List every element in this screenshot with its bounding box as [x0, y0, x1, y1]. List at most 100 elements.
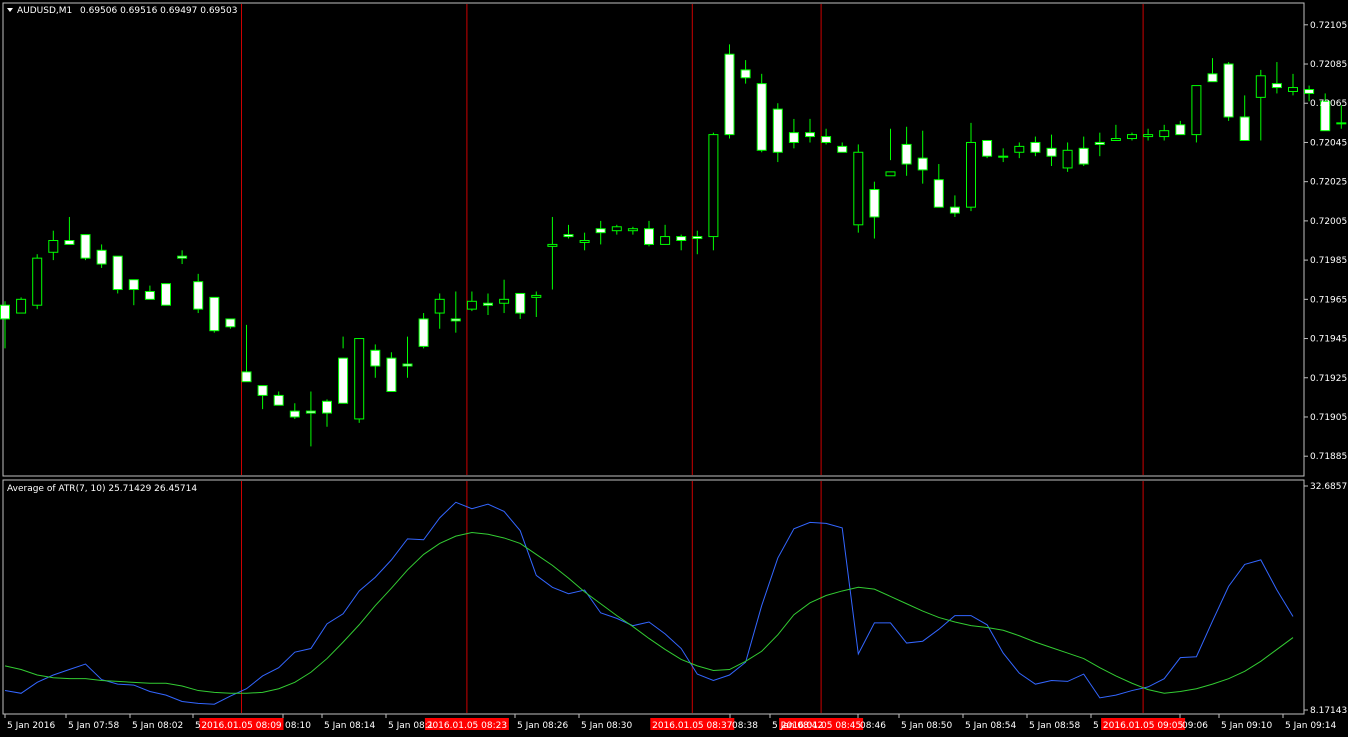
candle: [853, 144, 864, 233]
time-tick-label: 5 Jan 08:02: [132, 721, 183, 731]
candle-body: [917, 157, 928, 171]
ohlc-values: 0.69506 0.69516 0.69497 0.69503: [80, 6, 237, 16]
time-tick-label: 5: [1093, 721, 1099, 731]
candle-body: [933, 179, 944, 208]
candle-body: [611, 226, 622, 232]
candle-body: [112, 255, 123, 291]
time-tick-label: 5 Jan 08:14: [324, 721, 376, 731]
candle: [1223, 62, 1234, 121]
symbol-label: AUDUSD,M1: [17, 6, 72, 16]
candle-body: [885, 171, 896, 177]
candle: [724, 44, 735, 139]
time-tick-label: 5 Jan 09:14: [1285, 721, 1337, 731]
candle-body: [1078, 147, 1089, 165]
candle-body: [772, 108, 783, 153]
candle-body: [1255, 75, 1266, 98]
candle-body: [128, 279, 139, 291]
price-tick-label: 0.71985: [1310, 256, 1347, 266]
candle-body: [547, 243, 558, 247]
candle-body: [563, 234, 574, 238]
candle: [209, 296, 220, 333]
candle-body: [724, 53, 735, 136]
price-tick-label: 0.71965: [1310, 295, 1347, 305]
candle-body: [1062, 149, 1073, 169]
candle-body: [1014, 145, 1025, 153]
candle-body: [16, 298, 27, 314]
candle: [16, 297, 27, 314]
candle: [1191, 85, 1202, 143]
price-tick-label: 0.72065: [1310, 99, 1347, 109]
candle-body: [1223, 63, 1234, 118]
candle: [386, 352, 397, 392]
time-tick-label: 5 Jan 08:26: [517, 721, 569, 731]
candle: [225, 318, 236, 329]
candle-body: [531, 294, 542, 298]
candle-body: [1304, 89, 1315, 94]
candle-body: [821, 136, 832, 143]
candle-body: [434, 298, 445, 314]
candle-body: [1239, 116, 1250, 141]
candle-body: [305, 410, 316, 414]
candle-body: [853, 151, 864, 226]
price-tick-label: 0.71925: [1310, 374, 1347, 384]
price-tick-label: 0.71885: [1310, 452, 1347, 462]
candle-body: [740, 69, 751, 79]
marker-label: 2016.01.05 08:37: [652, 721, 732, 731]
candle-body: [1271, 83, 1282, 89]
time-tick-label: 08:10: [285, 721, 311, 731]
candle-body: [402, 363, 413, 367]
candle-body: [1094, 141, 1105, 145]
candle-body: [579, 240, 590, 243]
candle-body: [1046, 147, 1057, 157]
candle: [112, 255, 123, 294]
chart-background: [0, 0, 1348, 737]
time-tick-label: 5 Jan 08:1: [388, 721, 434, 731]
candle-body: [1127, 134, 1137, 140]
candle-body: [450, 318, 461, 322]
time-tick-label: 5: [195, 721, 201, 731]
price-tick-label: 0.72025: [1310, 178, 1347, 188]
candle-body: [96, 249, 107, 265]
candle-body: [644, 228, 654, 245]
candle-body: [161, 283, 171, 306]
candle-body: [966, 141, 976, 208]
candle-body: [354, 338, 365, 420]
candle-body: [595, 228, 606, 234]
candle-body: [788, 132, 799, 143]
candle-body: [676, 236, 687, 242]
candle-body: [901, 143, 912, 165]
candle-body: [370, 349, 381, 367]
candle-body: [756, 83, 767, 151]
candle-body: [708, 134, 719, 238]
time-tick-label: 5 Jan 2016: [7, 721, 55, 731]
time-tick-label: 5 Jan 08:54: [965, 721, 1017, 731]
candle-body: [869, 189, 880, 218]
chart-canvas: 0.72105 0.72085 0.72065 0.72045 0.72025 0.720…: [0, 0, 1348, 737]
candle-body: [80, 234, 91, 259]
marker-label: 2016.01.05 08:09: [201, 721, 282, 731]
candle-body: [1336, 122, 1347, 125]
candle-body: [418, 318, 429, 347]
price-tick-label: 0.71905: [1310, 413, 1347, 423]
candle-body: [627, 228, 638, 232]
candle-body: [466, 300, 477, 310]
candle-body: [338, 357, 349, 404]
candle-body: [1207, 73, 1218, 83]
time-tick-label: 5 Jan 08:58: [1029, 721, 1081, 731]
candle-body: [515, 292, 526, 314]
candle-body: [1030, 141, 1041, 153]
indicator-label: Average of ATR(7, 10) 25.71429 26.45714: [7, 484, 197, 494]
candle-body: [241, 371, 252, 383]
candle-body: [1288, 87, 1298, 92]
time-tick-label: 08:46: [860, 721, 886, 731]
candle-body: [499, 298, 510, 304]
candle-body: [225, 318, 236, 328]
candle-body: [1191, 85, 1202, 136]
candle-body: [949, 206, 960, 214]
marker-label: 2016.01.05 08:23: [427, 721, 507, 731]
candle-body: [177, 255, 188, 259]
time-tick-label: 5 Jan 08:42: [772, 721, 823, 731]
candle-body: [273, 394, 284, 406]
candle-body: [144, 290, 155, 300]
candle-body: [998, 155, 1009, 158]
